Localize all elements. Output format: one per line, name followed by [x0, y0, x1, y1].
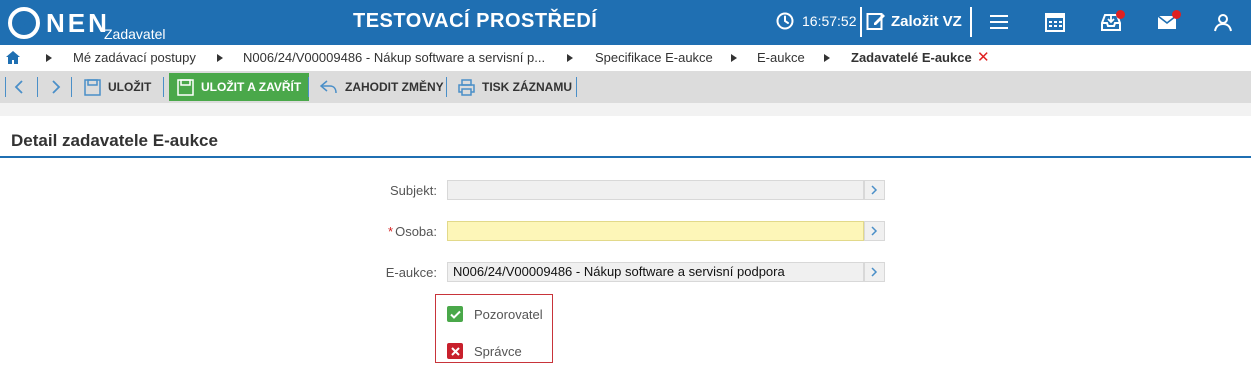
admin-label: Správce	[474, 343, 522, 359]
undo-icon	[320, 80, 337, 94]
admin-checkbox-row[interactable]: Správce	[447, 343, 522, 359]
calendar-icon[interactable]	[1044, 11, 1066, 33]
mail-notification-badge	[1172, 10, 1181, 19]
toolbar: ULOŽIT ULOŽIT A ZAVŘÍT ZAHODIT ZMĚNY TIS…	[0, 71, 1251, 103]
person-label-wrap: * Osoba:	[287, 224, 437, 239]
checkmark-icon	[449, 310, 461, 319]
clock-time: 16:57:52	[802, 13, 857, 29]
subject-field[interactable]	[447, 180, 864, 200]
nen-logo[interactable]: NEN	[8, 5, 110, 41]
eauction-select-button[interactable]	[864, 262, 885, 282]
breadcrumb-item[interactable]: E-aukce	[757, 50, 805, 65]
breadcrumb-separator-icon	[731, 54, 737, 62]
breadcrumb-separator-icon	[46, 54, 52, 62]
print-record-button[interactable]: TISK ZÁZNAMU	[458, 71, 572, 103]
eauction-label: E-aukce:	[385, 265, 437, 280]
observer-label: Pozorovatel	[474, 306, 543, 322]
logo-subtitle: Zadavatel	[104, 26, 166, 42]
required-marker: *	[388, 224, 394, 239]
toolbar-separator	[446, 77, 447, 97]
save-and-close-label: ULOŽIT A ZAVŘÍT	[201, 80, 302, 94]
observer-checkbox-row[interactable]: Pozorovatel	[447, 306, 543, 322]
logo-text: NEN	[46, 8, 110, 38]
clock-icon	[776, 12, 794, 30]
save-icon	[177, 78, 194, 96]
toolbar-separator	[37, 77, 38, 97]
admin-checkbox[interactable]	[447, 343, 463, 359]
breadcrumb-separator-icon	[567, 54, 573, 62]
content-spacer	[0, 103, 1251, 116]
save-label: ULOŽIT	[108, 80, 152, 94]
page-title: Detail zadavatele E-aukce	[11, 131, 218, 150]
logo-mark	[8, 7, 40, 39]
breadcrumb-item[interactable]: Specifikace E-aukce	[595, 50, 713, 65]
roles-group: Pozorovatel Správce	[435, 294, 553, 363]
eauction-field[interactable]: N006/24/V00009486 - Nákup software a ser…	[447, 262, 864, 282]
session-clock: 16:57:52	[776, 12, 857, 30]
save-icon	[84, 78, 101, 96]
new-vz-button[interactable]: Založit VZ	[866, 11, 962, 31]
breadcrumb-separator-icon	[217, 54, 223, 62]
new-vz-label: Založit VZ	[891, 12, 962, 30]
environment-title: TESTOVACÍ PROSTŘEDÍ	[353, 10, 598, 32]
discard-changes-label: ZAHODIT ZMĚNY	[345, 80, 444, 94]
print-record-label: TISK ZÁZNAMU	[482, 80, 572, 94]
inbox-notification-badge	[1116, 10, 1125, 19]
top-bar: NEN Zadavatel TESTOVACÍ PROSTŘEDÍ 16:57:…	[0, 0, 1251, 45]
save-button[interactable]: ULOŽIT	[84, 71, 151, 103]
person-select-button[interactable]	[864, 221, 885, 241]
breadcrumb: Mé zadávací postupy N006/24/V00009486 - …	[0, 45, 1251, 71]
toolbar-separator	[5, 77, 6, 97]
save-and-close-button[interactable]: ULOŽIT A ZAVŘÍT	[169, 73, 310, 101]
chevron-right-icon	[871, 267, 878, 277]
subject-select-button[interactable]	[864, 180, 885, 200]
menu-icon[interactable]	[988, 11, 1010, 33]
person-label: Osoba:	[395, 224, 437, 239]
back-icon[interactable]	[14, 80, 24, 94]
subject-label: Subjekt:	[390, 183, 437, 198]
toolbar-separator	[576, 77, 577, 97]
breadcrumb-separator-icon	[824, 54, 830, 62]
breadcrumb-current: Zadavatelé E-aukce	[851, 50, 972, 65]
observer-checkbox[interactable]	[447, 306, 463, 322]
print-icon	[458, 78, 475, 96]
edit-icon	[866, 13, 885, 30]
close-tab-icon[interactable]: ✕	[977, 48, 990, 66]
user-icon[interactable]	[1212, 11, 1234, 33]
toolbar-separator	[71, 77, 72, 97]
toolbar-separator	[163, 77, 164, 97]
discard-changes-button[interactable]: ZAHODIT ZMĚNY	[320, 71, 444, 103]
forward-icon[interactable]	[51, 80, 61, 94]
header-divider	[970, 7, 972, 37]
toolbar-separator	[308, 77, 309, 97]
home-icon[interactable]	[6, 51, 20, 64]
breadcrumb-item[interactable]: N006/24/V00009486 - Nákup software a ser…	[243, 50, 545, 65]
person-field[interactable]	[447, 221, 864, 241]
chevron-right-icon	[871, 185, 878, 195]
breadcrumb-item[interactable]: Mé zadávací postupy	[73, 50, 196, 65]
section-divider	[0, 156, 1251, 158]
cross-icon	[450, 346, 460, 356]
header-divider	[860, 7, 862, 37]
chevron-right-icon	[871, 226, 878, 236]
